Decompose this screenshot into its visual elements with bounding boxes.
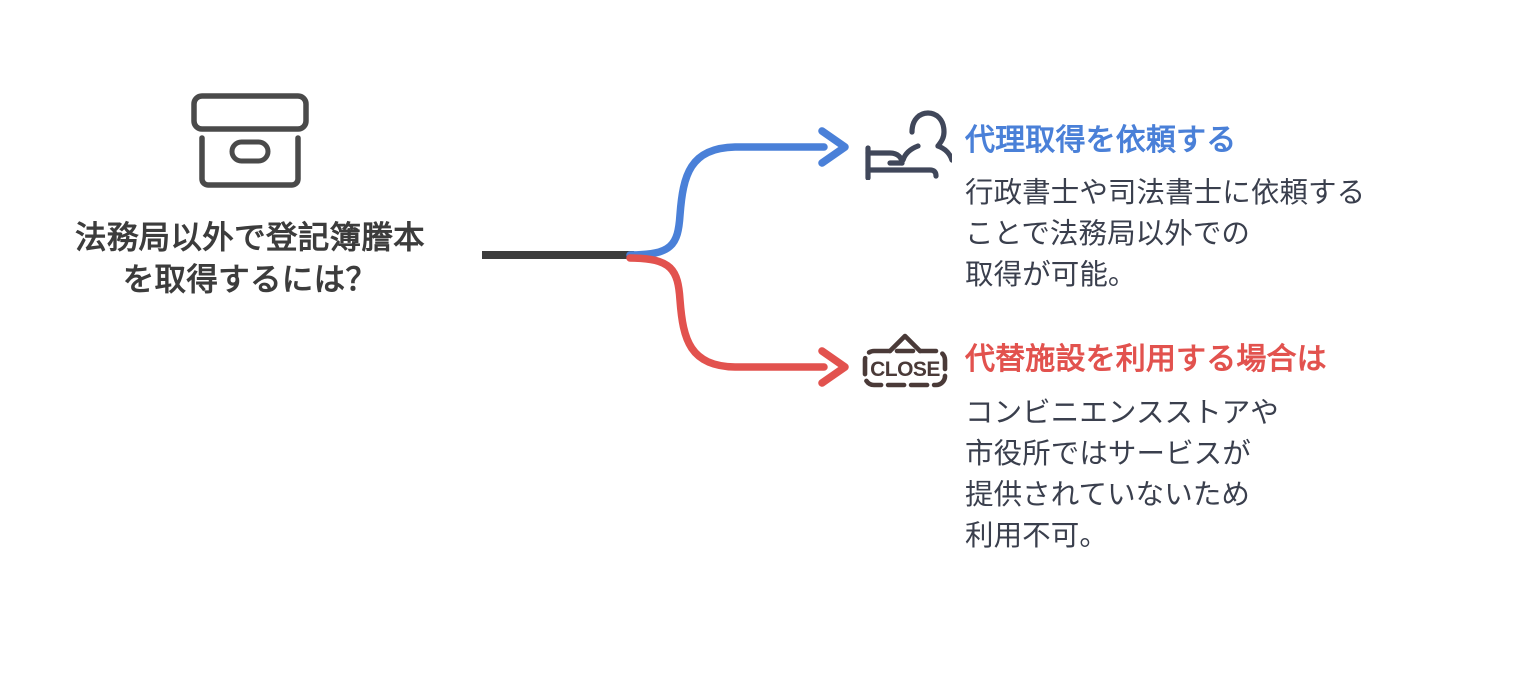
branch-request-heading: 代理取得を依頼する: [965, 124, 1237, 157]
branch-alternative-icon-wrap: CLOSE: [860, 333, 950, 389]
archive-box-icon: [191, 93, 309, 188]
arrowhead-down-icon: [818, 347, 849, 387]
branch-alternative-heading: 代替施設を利用する場合は: [965, 343, 1327, 376]
root-node: 法務局以外で登記簿謄本 を取得するには？: [0, 90, 500, 300]
branch-request-description: 行政書士や司法書士に依頼する ことで法務局以外での 取得が可能。: [965, 177, 1366, 292]
diagram-canvas: 法務局以外で登記簿謄本 を取得するには？ 代理取得を依頼する 行政書士や司法書士…: [0, 0, 1540, 700]
branch-request-icon-wrap: [860, 108, 952, 180]
close-sign-icon: CLOSE: [862, 333, 948, 388]
svg-text:CLOSE: CLOSE: [870, 358, 940, 381]
root-title: 法務局以外で登記簿謄本 を取得するには？: [75, 219, 425, 297]
connector-branch-alternative: [626, 254, 849, 387]
branch-alternative-body: 代替施設を利用する場合は コンビニエンスストアや 市役所ではサービスが 提供され…: [965, 342, 1525, 557]
branch-alternative-description: コンビニエンスストアや 市役所ではサービスが 提供されていないため 利用不可。: [965, 397, 1279, 553]
connector-branch-request: [626, 127, 849, 259]
person-request-icon: [865, 110, 952, 180]
branch-request-body: 代理取得を依頼する 行政書士や司法書士に依頼する ことで法務局以外での 取得が可…: [965, 123, 1525, 296]
arrowhead-up-icon: [818, 127, 849, 167]
